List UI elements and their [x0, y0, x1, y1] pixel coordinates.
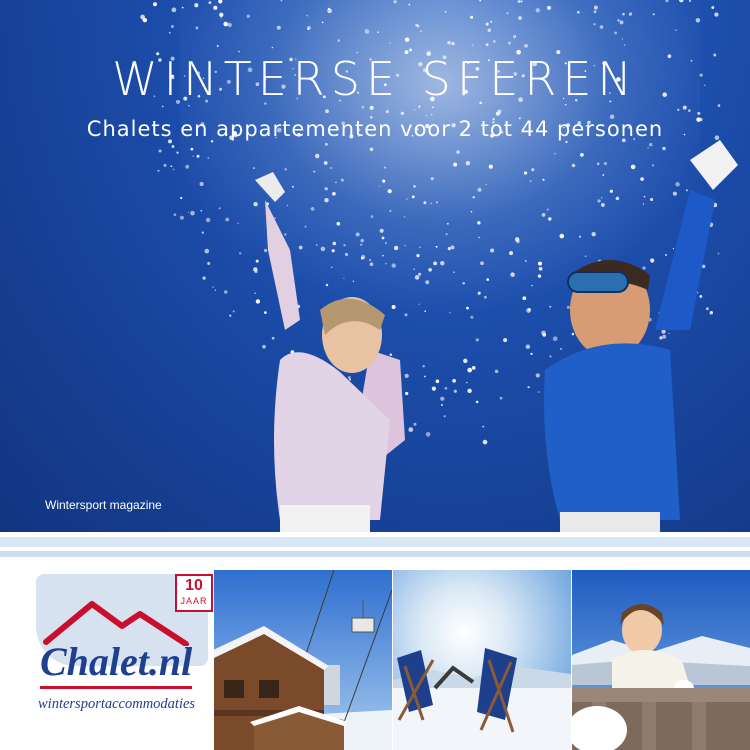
magazine-label: Wintersport magazine — [45, 498, 162, 512]
magazine-subtitle: Chalets en appartementen voor 2 tot 44 p… — [86, 117, 664, 141]
divider-stripe — [0, 551, 750, 557]
photo-deck-chairs — [393, 570, 571, 750]
logo-underline — [40, 686, 192, 689]
chalet-nl-logo[interactable]: 10 JAAR Chalet.nl wintersportaccommodati… — [0, 570, 214, 750]
hero-image: WINTERSE SFEREN Chalets en appartementen… — [0, 0, 750, 532]
brand-name: Chalet.nl — [40, 639, 193, 684]
photo-child-balcony — [572, 570, 750, 750]
brand-tagline: wintersportaccommodaties — [38, 696, 196, 712]
magazine-title: WINTERSE SFEREN — [112, 52, 638, 106]
divider-stripe — [0, 537, 750, 547]
photo-chalet-ski-lift — [214, 570, 392, 750]
